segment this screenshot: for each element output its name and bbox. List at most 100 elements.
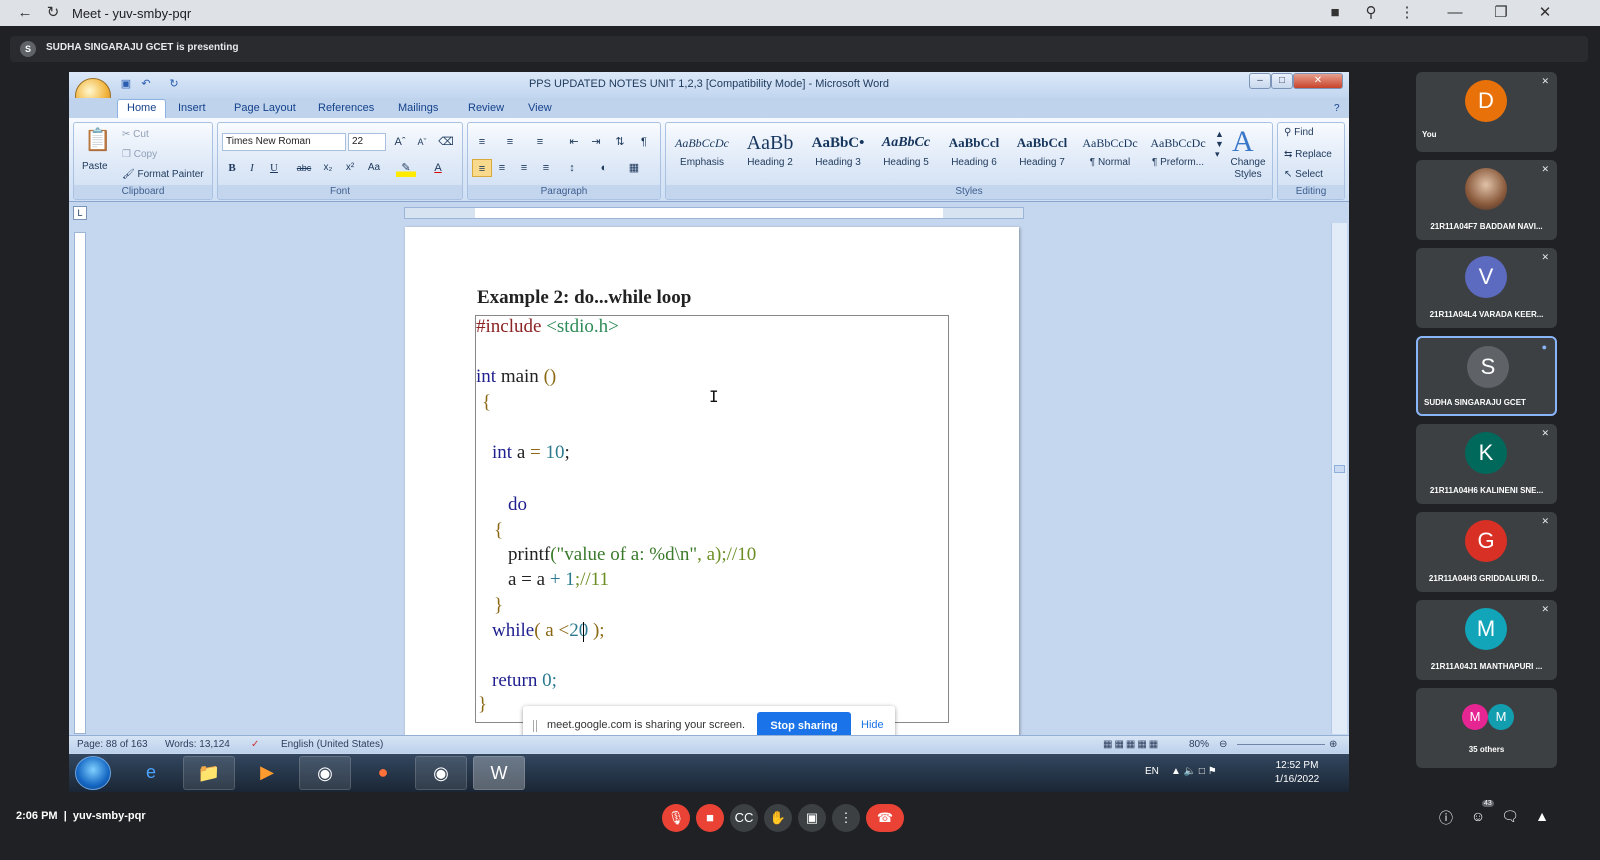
scroll-thumb[interactable] <box>1334 465 1345 473</box>
pilcrow-icon[interactable]: ¶ <box>634 133 654 151</box>
bullets-icon[interactable]: ≡ <box>472 133 492 151</box>
find-button[interactable]: ⚲ Find <box>1284 127 1314 138</box>
select-button[interactable]: ↖ Select <box>1284 169 1323 180</box>
style-normal[interactable]: AaBbCcDc ¶ Normal <box>1078 129 1142 175</box>
zoom-icon[interactable]: ⚲ <box>1360 3 1382 23</box>
word-close-icon[interactable]: ✕ <box>1293 73 1343 89</box>
zoom-slider[interactable] <box>1237 744 1325 745</box>
view-buttons-icon[interactable]: ▦▦▦▦▦ <box>1103 739 1160 750</box>
chrome-icon[interactable]: ◉ <box>299 756 351 790</box>
chat-icon[interactable]: 🗨 <box>1500 808 1520 825</box>
subscript-icon[interactable]: x₂ <box>318 159 338 177</box>
style-heading-2[interactable]: AaBb Heading 2 <box>738 129 802 175</box>
drag-handle-icon[interactable] <box>533 720 537 732</box>
increase-indent-icon[interactable]: ⇥ <box>586 133 606 151</box>
participant-tile[interactable]: ✕ 21R11A04F7 BADDAM NAVI... <box>1416 160 1557 240</box>
reload-icon[interactable]: ↻ <box>42 3 64 23</box>
camera-toggle-button[interactable]: ■ <box>696 804 724 832</box>
grow-font-icon[interactable]: Aˆ <box>390 133 410 151</box>
word-restore-icon[interactable]: □ <box>1271 73 1293 89</box>
cut-button[interactable]: ✂ Cut <box>122 129 149 140</box>
word-app-icon[interactable]: W <box>473 756 525 790</box>
align-center-icon[interactable]: ≡ <box>492 159 512 177</box>
zoom-in-icon[interactable]: ⊕ <box>1329 739 1337 750</box>
internet-explorer-icon[interactable]: e <box>125 756 177 790</box>
tray-time[interactable]: 12:52 PM <box>1259 760 1335 771</box>
style-emphasis[interactable]: AaBbCcDc Emphasis <box>670 129 734 175</box>
tray-icons[interactable]: ▲ 🔈 □ ⚑ <box>1171 766 1217 777</box>
paste-icon[interactable]: 📋 <box>84 127 111 153</box>
font-color-icon[interactable]: A <box>428 159 448 177</box>
minimize-icon[interactable]: — <box>1444 3 1466 23</box>
captions-button[interactable]: CC <box>730 804 758 832</box>
paste-button[interactable]: Paste <box>82 161 108 172</box>
bold-icon[interactable]: B <box>222 159 242 177</box>
numbering-icon[interactable]: ≡ <box>500 133 520 151</box>
font-name-combo[interactable]: Times New Roman <box>222 133 346 151</box>
justify-icon[interactable]: ≡ <box>536 159 556 177</box>
underline-icon[interactable]: U <box>264 159 284 177</box>
borders-icon[interactable]: ▦ <box>624 159 644 177</box>
close-icon[interactable]: ✕ <box>1534 3 1556 23</box>
style-heading-6[interactable]: AaBbCcl Heading 6 <box>942 129 1006 175</box>
change-styles-button[interactable]: Change Styles <box>1226 157 1270 181</box>
multilevel-icon[interactable]: ≡ <box>530 133 550 151</box>
document-page[interactable]: Example 2: do...while loop #include <std… <box>405 227 1019 747</box>
format-painter-button[interactable]: 🖌 Format Painter <box>122 169 204 180</box>
firefox-icon[interactable]: ● <box>357 756 409 790</box>
raise-hand-button[interactable]: ✋ <box>764 804 792 832</box>
proofing-icon[interactable]: ✓ <box>251 739 259 750</box>
change-styles-icon[interactable]: A <box>1232 125 1254 159</box>
word-minimize-icon[interactable]: – <box>1249 73 1271 89</box>
start-button[interactable] <box>75 756 111 790</box>
more-options-button[interactable]: ⋮ <box>832 804 860 832</box>
language[interactable]: English (United States) <box>281 739 383 750</box>
tab-home[interactable]: Home <box>117 99 167 118</box>
help-icon[interactable]: ? <box>1325 101 1349 118</box>
undo-icon[interactable]: ↶ <box>139 78 153 91</box>
hide-link[interactable]: Hide <box>861 719 884 731</box>
tab-references[interactable]: References <box>309 101 383 118</box>
decrease-indent-icon[interactable]: ⇤ <box>564 133 584 151</box>
leave-call-button[interactable]: ☎ <box>866 804 904 832</box>
tab-page-layout[interactable]: Page Layout <box>225 101 305 118</box>
shading-icon[interactable]: ◐ <box>594 159 614 177</box>
sort-icon[interactable]: ⇅ <box>610 133 630 151</box>
page-count[interactable]: Page: 88 of 163 <box>77 739 148 750</box>
italic-icon[interactable]: I <box>242 159 262 177</box>
participant-tile[interactable]: ● S SUDHA SINGARAJU GCET <box>1416 336 1557 416</box>
media-player-icon[interactable]: ▶ <box>241 756 293 790</box>
copy-button[interactable]: ❐ Copy <box>122 149 157 160</box>
menu-icon[interactable]: ⋮ <box>1396 3 1418 23</box>
clear-format-icon[interactable]: ⌫ <box>436 133 456 151</box>
align-left-icon[interactable]: ≡ <box>472 159 492 177</box>
participant-tile[interactable]: ✕ V 21R11A04L4 VARADA KEER... <box>1416 248 1557 328</box>
back-icon[interactable]: ← <box>14 3 36 23</box>
style-heading-3[interactable]: AaBbC• Heading 3 <box>806 129 870 175</box>
strikethrough-icon[interactable]: abc <box>294 159 314 177</box>
meeting-info-icon[interactable]: ⓘ <box>1436 808 1456 828</box>
word-count[interactable]: Words: 13,124 <box>165 739 230 750</box>
others-tile[interactable]: M M 35 others <box>1416 688 1557 768</box>
activities-icon[interactable]: ▲ <box>1532 808 1552 824</box>
participant-tile[interactable]: ✕ K 21R11A04H6 KALINENI SNE... <box>1416 424 1557 504</box>
participant-tile[interactable]: ✕ M 21R11A04J1 MANTHAPURI ... <box>1416 600 1557 680</box>
participant-tile[interactable]: ✕ G 21R11A04H3 GRIDDALURI D... <box>1416 512 1557 592</box>
camera-icon[interactable]: ■ <box>1324 3 1346 23</box>
present-button[interactable]: ▣ <box>798 804 826 832</box>
tray-date[interactable]: 1/16/2022 <box>1259 774 1335 785</box>
chrome-icon[interactable]: ◉ <box>415 756 467 790</box>
zoom-out-icon[interactable]: ⊖ <box>1219 739 1227 750</box>
vertical-scrollbar[interactable] <box>1331 223 1347 734</box>
tab-mailings[interactable]: Mailings <box>389 101 447 118</box>
save-icon[interactable]: ▣ <box>119 78 133 91</box>
superscript-icon[interactable]: x² <box>340 159 360 177</box>
shrink-font-icon[interactable]: Aˇ <box>412 133 432 151</box>
tab-view[interactable]: View <box>519 101 561 118</box>
tab-insert[interactable]: Insert <box>169 101 215 118</box>
style-heading-5[interactable]: AaBbCc Heading 5 <box>874 129 938 175</box>
style-preformatted[interactable]: AaBbCcDc ¶ Preform... <box>1146 129 1210 175</box>
font-size-combo[interactable]: 22 <box>348 133 386 151</box>
participant-tile[interactable]: ✕ D You <box>1416 72 1557 152</box>
align-right-icon[interactable]: ≡ <box>514 159 534 177</box>
